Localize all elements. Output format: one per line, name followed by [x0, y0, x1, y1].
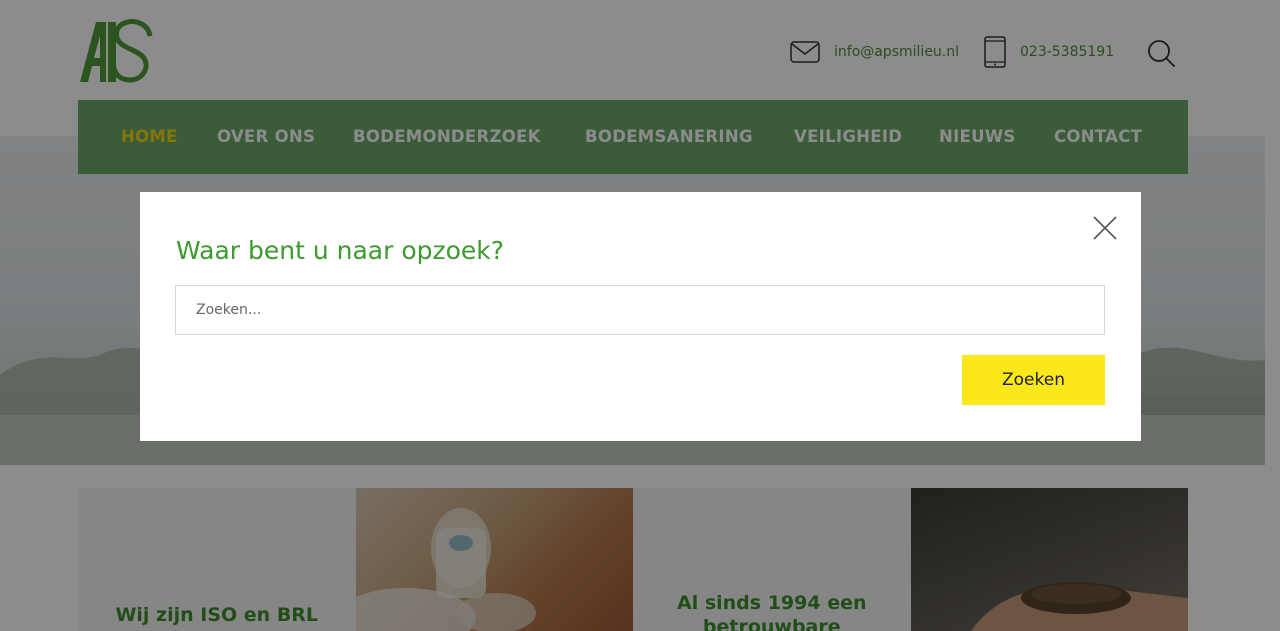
search-input[interactable]: [175, 285, 1105, 335]
search-submit-button[interactable]: Zoeken: [962, 355, 1105, 405]
close-icon[interactable]: [1093, 216, 1117, 240]
search-modal: Waar bent u naar opzoek? Zoeken: [140, 192, 1141, 441]
search-modal-title: Waar bent u naar opzoek?: [176, 236, 505, 265]
